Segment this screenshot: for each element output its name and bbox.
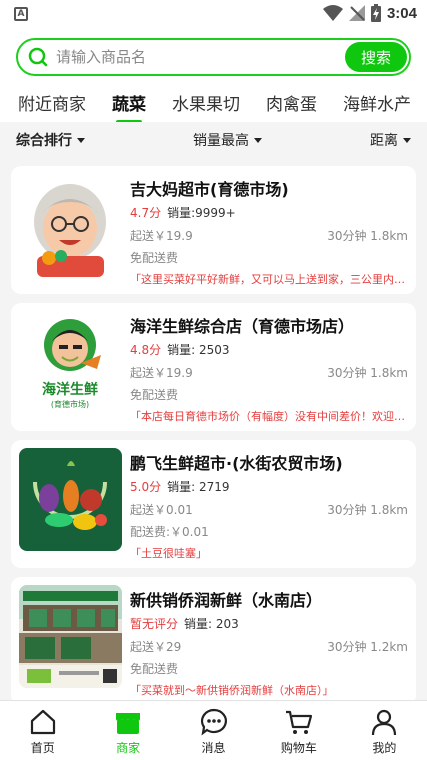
store-sales: 销量: 2719 xyxy=(167,480,230,494)
wifi-icon xyxy=(322,5,343,21)
tab-fruit[interactable]: 水果果切 xyxy=(172,88,240,115)
caret-down-icon xyxy=(403,137,411,143)
notification-a-icon: A xyxy=(14,7,28,21)
shop-icon xyxy=(116,713,141,734)
search-input[interactable] xyxy=(56,48,326,66)
store-time-distance: 30分钟 1.2km xyxy=(327,640,408,654)
nav-cart-label: 购物车 xyxy=(280,741,317,755)
user-icon xyxy=(372,709,397,736)
sort-comprehensive[interactable]: 综合排行 xyxy=(16,130,85,150)
store-logo-grandma xyxy=(19,174,122,277)
store-name: 吉大妈超市(育德市场) xyxy=(130,180,289,199)
nav-home[interactable]: 首页 xyxy=(0,701,85,760)
chat-bubble-icon xyxy=(200,708,227,736)
store-delivery-fee: 免配送费 xyxy=(130,251,179,265)
store-min-order: 起送￥19.9 xyxy=(130,229,193,243)
battery-charging-icon xyxy=(370,4,381,22)
tab-nearby[interactable]: 附近商家 xyxy=(18,88,86,115)
nav-profile[interactable]: 我的 xyxy=(342,701,427,760)
store-rating: 5.0分 xyxy=(130,480,162,494)
store-logo-ocean-fresh: 海洋生鲜 (育德市场) xyxy=(19,311,122,414)
logo-subtext: (育德市场) xyxy=(51,399,89,409)
logo-text: 海洋生鲜 xyxy=(42,381,98,398)
caret-down-icon xyxy=(77,137,85,143)
sort-comprehensive-label: 综合排行 xyxy=(16,133,72,149)
sort-bar: 综合排行 销量最高 距离 xyxy=(0,122,427,158)
cart-icon xyxy=(285,710,313,734)
store-photo-storefront xyxy=(19,585,122,688)
store-time-distance: 30分钟 1.8km xyxy=(327,229,408,243)
sort-sales-label: 销量最高 xyxy=(193,133,249,149)
nav-home-label: 首页 xyxy=(30,741,55,755)
status-time: 3:04 xyxy=(386,4,417,22)
store-sales: 销量:9999+ xyxy=(167,206,236,220)
store-delivery-fee: 配送费:￥0.01 xyxy=(130,525,209,539)
tab-seafood[interactable]: 海鲜水产 xyxy=(343,88,411,115)
store-min-order: 起送￥19.9 xyxy=(130,366,193,380)
store-notice: 「本店每日育德市场价（有幅度）没有中间差价！欢迎选购」 xyxy=(130,410,408,423)
sort-distance-label: 距离 xyxy=(370,133,398,149)
store-notice: 「这里买菜好平好新鲜，又可以马上送到家，三公里内包邮」 xyxy=(130,273,408,286)
store-delivery-fee: 免配送费 xyxy=(130,388,179,402)
store-delivery-fee: 免配送费 xyxy=(130,662,179,676)
bottom-nav: 首页 商家 消息 购物车 我的 xyxy=(0,700,427,760)
sort-distance[interactable]: 距离 xyxy=(370,130,411,150)
search-box: 搜索 xyxy=(16,38,411,76)
store-min-order: 起送￥29 xyxy=(130,640,182,654)
store-notice: 「土豆很哇塞」 xyxy=(130,547,207,560)
store-name: 新供销侨润新鲜（水南店） xyxy=(130,591,323,610)
store-rating: 4.8分 xyxy=(130,343,162,357)
store-sales: 销量: 203 xyxy=(184,617,239,631)
store-notice: 「买菜就到～新供销侨润新鲜（水南店）」 xyxy=(130,684,334,697)
no-signal-icon xyxy=(348,5,365,21)
category-tabs: 附近商家 蔬菜 水果果切 肉禽蛋 海鲜水产 xyxy=(0,80,427,122)
search-bar: 搜索 xyxy=(0,30,427,80)
store-card[interactable]: 新供销侨润新鲜（水南店） 暂无评分 销量: 203 起送￥29 30分钟 1.2km… xyxy=(11,577,416,700)
store-card[interactable]: 鹏飞生鲜超市·(水街农贸市场) 5.0分 销量: 2719 起送￥0.01 30分钟… xyxy=(11,440,416,568)
store-rating: 暂无评分 xyxy=(130,617,179,631)
nav-merchants[interactable]: 商家 xyxy=(85,701,170,760)
nav-merchants-label: 商家 xyxy=(116,741,141,755)
nav-messages-label: 消息 xyxy=(201,741,226,755)
store-name: 鹏飞生鲜超市·(水街农贸市场) xyxy=(130,454,343,473)
search-button[interactable]: 搜索 xyxy=(345,42,407,72)
store-min-order: 起送￥0.01 xyxy=(130,503,193,517)
store-list: 吉大妈超市(育德市场) 4.7分 销量:9999+ 起送￥19.9 30分钟 1.8… xyxy=(0,158,427,700)
store-time-distance: 30分钟 1.8km xyxy=(327,503,408,517)
tab-meat-egg[interactable]: 肉禽蛋 xyxy=(266,88,317,115)
nav-profile-label: 我的 xyxy=(372,741,397,755)
nav-cart[interactable]: 购物车 xyxy=(256,701,341,760)
store-card[interactable]: 吉大妈超市(育德市场) 4.7分 销量:9999+ 起送￥19.9 30分钟 1.8… xyxy=(11,166,416,294)
sort-sales[interactable]: 销量最高 xyxy=(193,130,262,150)
tab-vegetables[interactable]: 蔬菜 xyxy=(112,88,146,122)
nav-messages[interactable]: 消息 xyxy=(171,701,256,760)
store-time-distance: 30分钟 1.8km xyxy=(327,366,408,380)
store-logo-vegetables xyxy=(19,448,122,551)
search-icon xyxy=(28,47,48,67)
home-icon xyxy=(30,709,55,735)
store-card[interactable]: 海洋生鲜 (育德市场) 海洋生鲜综合店（育德市场店） 4.8分 销量: 2503 … xyxy=(11,303,416,431)
store-name: 海洋生鲜综合店（育德市场店） xyxy=(130,317,355,336)
caret-down-icon xyxy=(254,137,262,143)
status-bar: A 3:04 xyxy=(0,0,427,30)
store-rating: 4.7分 xyxy=(130,206,162,220)
store-sales: 销量: 2503 xyxy=(167,343,230,357)
